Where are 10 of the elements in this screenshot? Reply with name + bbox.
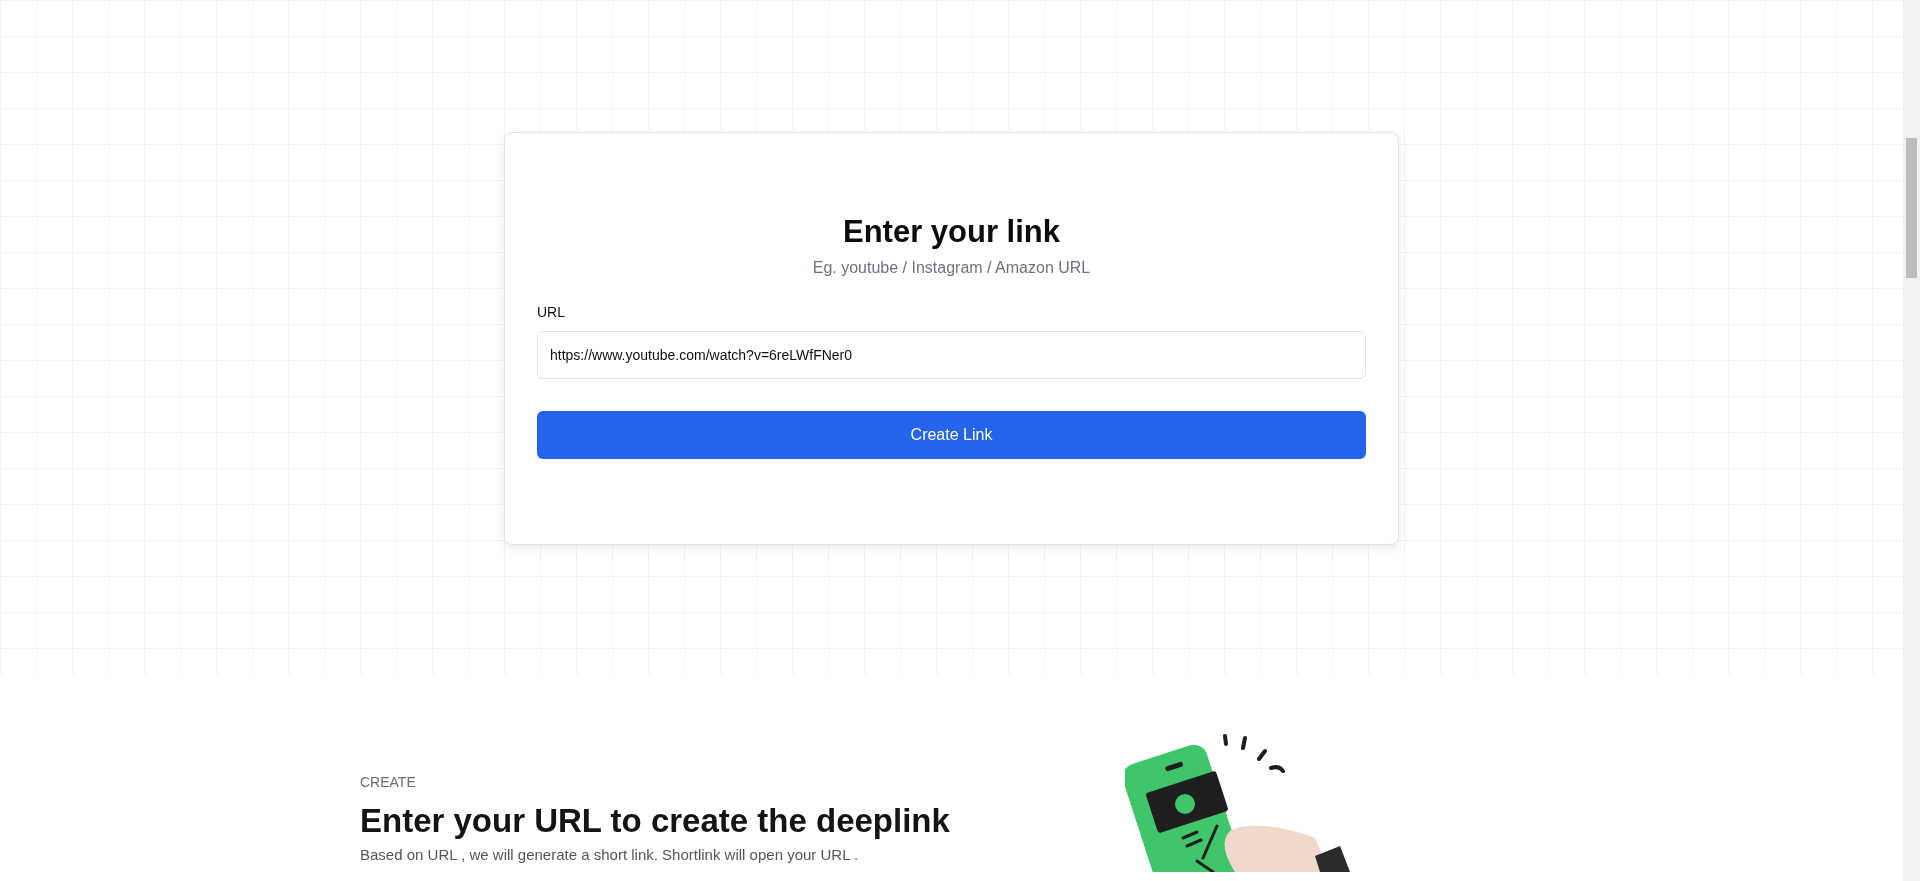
section-text: Based on URL , we will generate a short link. Shortlink will open your URL . (360, 844, 860, 865)
form-title: Enter your link (841, 213, 1061, 251)
scrollbar-thumb[interactable] (1906, 138, 1917, 278)
section-eyebrow: CREATE (360, 773, 417, 792)
url-input-field[interactable]: https://www.youtube.com/watch?v=6reLWfFNer0 (537, 331, 1366, 380)
scrollbar[interactable] (1903, 0, 1920, 881)
create-link-button[interactable]: Create Link (537, 411, 1366, 460)
url-label: URL (537, 303, 565, 323)
section-heading: Enter your URL to create the deeplink (360, 801, 951, 841)
form-subtitle: Eg. youtube / Instagram / Amazon URL (811, 258, 1092, 279)
